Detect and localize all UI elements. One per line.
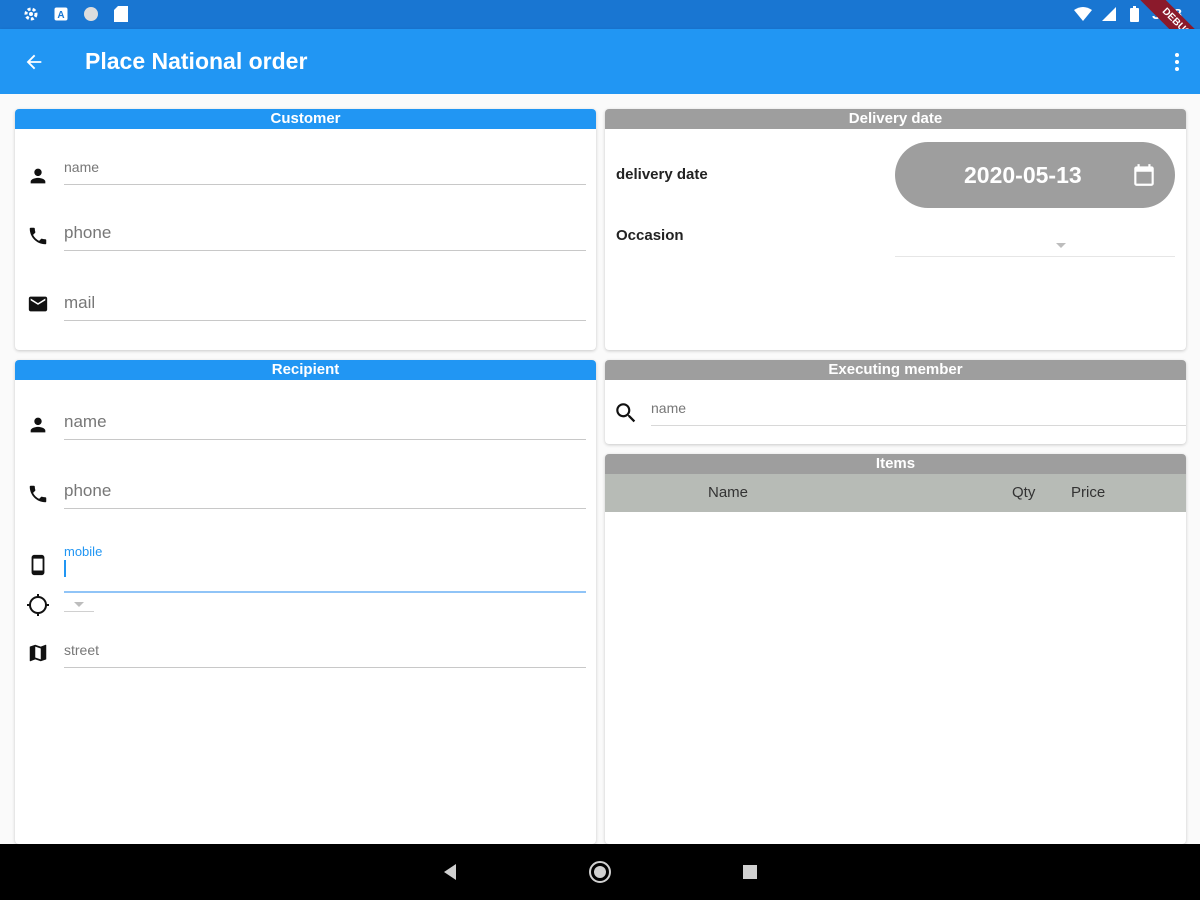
dropdown-arrow-icon — [74, 601, 84, 607]
nav-home-icon — [589, 861, 611, 883]
mobile-label: mobile — [64, 544, 103, 559]
customer-mail-input[interactable] — [64, 285, 586, 321]
delivery-header: Delivery date — [605, 109, 1186, 129]
executing-member-header: Executing member — [605, 360, 1186, 380]
items-table-header: Name Qty Price — [605, 474, 1186, 512]
customer-card: Customer — [15, 109, 596, 350]
signal-icon — [1100, 5, 1118, 23]
phone-icon — [25, 223, 51, 249]
recipient-name-field — [15, 404, 596, 470]
recipient-name-input[interactable] — [64, 404, 586, 440]
app-bar: Place National order — [0, 29, 1200, 94]
executing-member-search-input[interactable] — [651, 390, 1186, 426]
col-qty: Qty — [1012, 484, 1036, 501]
recipient-mobile-field[interactable]: mobile — [15, 540, 596, 600]
nav-back-icon — [444, 864, 456, 880]
customer-header: Customer — [15, 109, 596, 129]
map-icon — [25, 640, 51, 666]
back-button[interactable] — [18, 46, 50, 78]
recipient-location-field — [15, 592, 596, 620]
delivery-date-label: delivery date — [616, 166, 708, 183]
battery-icon — [1126, 5, 1144, 23]
status-left-icons: A — [22, 5, 130, 23]
recipient-street-field — [15, 632, 596, 700]
circle-icon — [82, 5, 100, 23]
delivery-date-value: 2020-05-13 — [964, 161, 1082, 188]
recipient-card: Recipient mobile — [15, 360, 596, 844]
system-nav-bar — [0, 844, 1200, 900]
nav-back-button[interactable] — [438, 860, 462, 884]
status-bar: A 3:48 DEBUG — [0, 0, 1200, 72]
occasion-dropdown[interactable] — [895, 229, 1175, 257]
customer-phone-input[interactable] — [64, 215, 586, 251]
recipient-phone-field — [15, 473, 596, 539]
calendar-icon — [1131, 162, 1157, 188]
col-price: Price — [1071, 484, 1106, 501]
smartphone-icon — [25, 552, 51, 578]
mail-icon — [25, 291, 51, 317]
person-icon — [25, 412, 51, 438]
customer-name-field — [15, 149, 596, 217]
location-dropdown[interactable] — [64, 598, 94, 612]
col-name: Name — [708, 484, 749, 501]
nav-recents-button[interactable] — [738, 860, 762, 884]
items-header: Items — [605, 454, 1186, 474]
gps-target-icon — [25, 592, 51, 618]
page-title: Place National order — [85, 48, 308, 74]
executing-member-card: Executing member — [605, 360, 1186, 444]
more-options-button[interactable] — [1168, 46, 1186, 78]
customer-phone-field — [15, 215, 596, 281]
search-icon — [613, 400, 639, 426]
dropdown-arrow-icon — [1055, 237, 1067, 255]
wifi-icon — [1073, 5, 1092, 23]
svg-text:A: A — [57, 10, 64, 21]
executing-member-search-field — [605, 390, 1186, 444]
items-card: Items Name Qty Price — [605, 454, 1186, 844]
more-vert-icon — [1175, 53, 1179, 57]
order-form: Customer Delivery date delivery date 202… — [0, 94, 1200, 844]
nav-home-button[interactable] — [588, 860, 612, 884]
customer-name-input[interactable] — [64, 149, 586, 185]
a-icon: A — [52, 5, 70, 23]
text-cursor — [64, 560, 66, 577]
arrow-back-icon — [26, 54, 42, 70]
nav-recents-icon — [743, 865, 757, 879]
settings-icon — [22, 5, 40, 23]
customer-mail-field — [15, 285, 596, 350]
recipient-phone-input[interactable] — [64, 473, 586, 509]
recipient-header: Recipient — [15, 360, 596, 380]
phone-icon — [25, 481, 51, 507]
date-picker-button[interactable]: 2020-05-13 — [895, 142, 1175, 208]
delivery-card: Delivery date delivery date 2020-05-13 O… — [605, 109, 1186, 350]
occasion-label: Occasion — [616, 227, 684, 244]
person-icon — [25, 163, 51, 189]
recipient-street-input[interactable] — [64, 632, 586, 668]
sd-card-icon — [112, 5, 130, 23]
